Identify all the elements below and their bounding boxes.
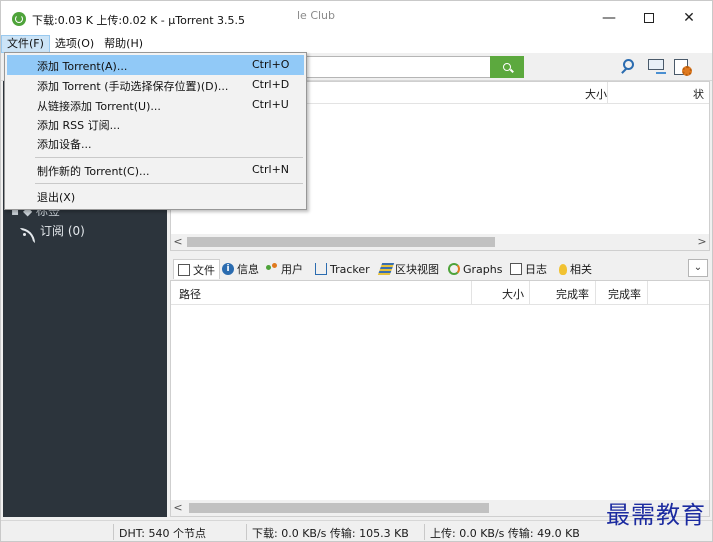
tab-graphs[interactable]: Graphs [448, 259, 502, 279]
torrent-list-hscrollbar[interactable]: < > [171, 234, 709, 250]
detail-tabs: 文件 i 信息 用户 Tracker 区块视图 Graphs 日志 相关 ⌄ [170, 256, 710, 280]
pieces-icon [377, 263, 395, 275]
column-percent[interactable]: 完成率 [556, 286, 589, 302]
menu-separator [35, 183, 303, 184]
title-bar: 下载:0.03 K 上传:0.02 K - μTorrent 3.5.5 — ✕ [1, 1, 712, 35]
menu-item-shortcut: Ctrl+D [252, 78, 290, 91]
download-status[interactable]: 下载: 0.0 KB/s 传输: 105.3 KB [252, 525, 409, 541]
column-size[interactable]: 大小 [585, 86, 607, 102]
tab-tracker[interactable]: Tracker [315, 259, 370, 279]
chevron-down-icon: ⌄ [693, 262, 703, 273]
info-icon: i [222, 263, 234, 275]
menu-item-label: 从链接添加 Torrent(U)... [37, 100, 161, 113]
search-icon [503, 63, 511, 71]
dht-status[interactable]: DHT: 540 个节点 [119, 525, 206, 541]
file-menu-dropdown: 添加 Torrent(A)... Ctrl+O 添加 Torrent (手动选择… [4, 52, 307, 210]
utorrent-window: 下载:0.03 K 上传:0.02 K - μTorrent 3.5.5 — ✕… [0, 0, 713, 542]
tab-info[interactable]: i 信息 [222, 259, 259, 279]
tab-label: Graphs [463, 262, 503, 276]
sidebar-item-label: 订阅 (0) [40, 224, 85, 238]
rss-icon [23, 225, 34, 236]
column-status[interactable]: 状 [693, 86, 704, 102]
scroll-left-icon[interactable]: < [171, 235, 185, 249]
menu-item-label: 添加 Torrent (手动选择保存位置)(D)... [37, 80, 229, 93]
graphs-icon [448, 263, 460, 275]
tab-label: 信息 [237, 263, 259, 276]
menu-options[interactable]: 选项(O) [50, 35, 99, 53]
column-path[interactable]: 路径 [179, 286, 201, 302]
minimize-icon: — [602, 10, 616, 26]
tab-log[interactable]: 日志 [510, 259, 547, 279]
watermark: 最需教育 [606, 501, 706, 529]
tab-peers[interactable]: 用户 [266, 259, 303, 279]
tab-pieces[interactable]: 区块视图 [377, 259, 439, 279]
menu-bar: 文件(F) 选项(O) 帮助(H) [1, 35, 712, 53]
tab-label: 文件 [193, 263, 215, 277]
scroll-right-icon[interactable]: > [695, 235, 709, 249]
menu-item-label: 退出(X) [37, 191, 76, 204]
tab-label: 日志 [525, 263, 547, 276]
sidebar-item-feeds[interactable]: 订阅 (0) [23, 222, 85, 239]
maximize-button[interactable] [629, 1, 669, 35]
peers-icon [266, 263, 278, 275]
tab-label: 相关 [570, 263, 592, 276]
menu-item-label: 添加设备... [37, 138, 92, 151]
menu-file[interactable]: 文件(F) [1, 35, 50, 53]
menu-separator [35, 157, 303, 158]
column-size[interactable]: 大小 [502, 286, 524, 302]
utorrent-logo-icon [12, 12, 26, 26]
menu-item-add-torrent-choose-location[interactable]: 添加 Torrent (手动选择保存位置)(D)... Ctrl+D [7, 75, 304, 95]
tab-related[interactable]: 相关 [559, 259, 592, 279]
menu-item-shortcut: Ctrl+U [252, 98, 289, 111]
menu-item-label: 添加 RSS 订阅... [37, 119, 121, 132]
menu-item-label: 制作新的 Torrent(C)... [37, 165, 150, 178]
files-panel[interactable]: 路径 大小 完成率 完成率 < [170, 280, 710, 517]
upload-status[interactable]: 上传: 0.0 KB/s 传输: 49.0 KB [430, 525, 580, 541]
menu-help[interactable]: 帮助(H) [99, 35, 148, 53]
tab-label: 区块视图 [395, 263, 439, 276]
scroll-left-icon[interactable]: < [171, 501, 185, 515]
menu-item-label: 添加 Torrent(A)... [37, 60, 128, 73]
close-button[interactable]: ✕ [669, 1, 709, 35]
log-icon [510, 263, 522, 275]
tab-label: 用户 [281, 263, 303, 276]
tabs-overflow-button[interactable]: ⌄ [688, 259, 708, 277]
scroll-thumb[interactable] [187, 237, 495, 247]
remote-icon [648, 59, 664, 70]
tab-files[interactable]: 文件 [173, 259, 220, 279]
menu-item-shortcut: Ctrl+N [252, 163, 290, 176]
tracker-icon [315, 263, 327, 275]
menu-item-add-rss-feed[interactable]: 添加 RSS 订阅... [7, 114, 304, 134]
menu-item-add-torrent-from-url[interactable]: 从链接添加 Torrent(U)... Ctrl+U [7, 95, 304, 115]
files-icon [178, 263, 190, 276]
window-title: 下载:0.03 K 上传:0.02 K - μTorrent 3.5.5 [32, 14, 246, 27]
remote-button[interactable] [647, 58, 667, 76]
tab-label: Tracker [330, 262, 370, 276]
menu-item-exit[interactable]: 退出(X) [7, 186, 304, 206]
close-icon: ✕ [683, 10, 695, 26]
files-table-header: 路径 大小 完成率 完成率 [171, 281, 709, 305]
menu-item-add-torrent[interactable]: 添加 Torrent(A)... Ctrl+O [7, 55, 304, 75]
column-percent-2[interactable]: 完成率 [608, 286, 641, 302]
scroll-thumb[interactable] [189, 503, 489, 513]
menu-item-add-device[interactable]: 添加设备... [7, 133, 304, 153]
maximize-icon [644, 13, 654, 23]
menu-item-shortcut: Ctrl+O [252, 58, 290, 71]
related-icon [559, 263, 567, 275]
settings-button[interactable] [673, 58, 693, 76]
find-button[interactable] [619, 58, 639, 76]
minimize-button[interactable]: — [589, 1, 629, 35]
search-button[interactable] [490, 56, 524, 78]
search-placeholder: le Club [297, 9, 336, 22]
menu-item-create-torrent[interactable]: 制作新的 Torrent(C)... Ctrl+N [7, 160, 304, 180]
